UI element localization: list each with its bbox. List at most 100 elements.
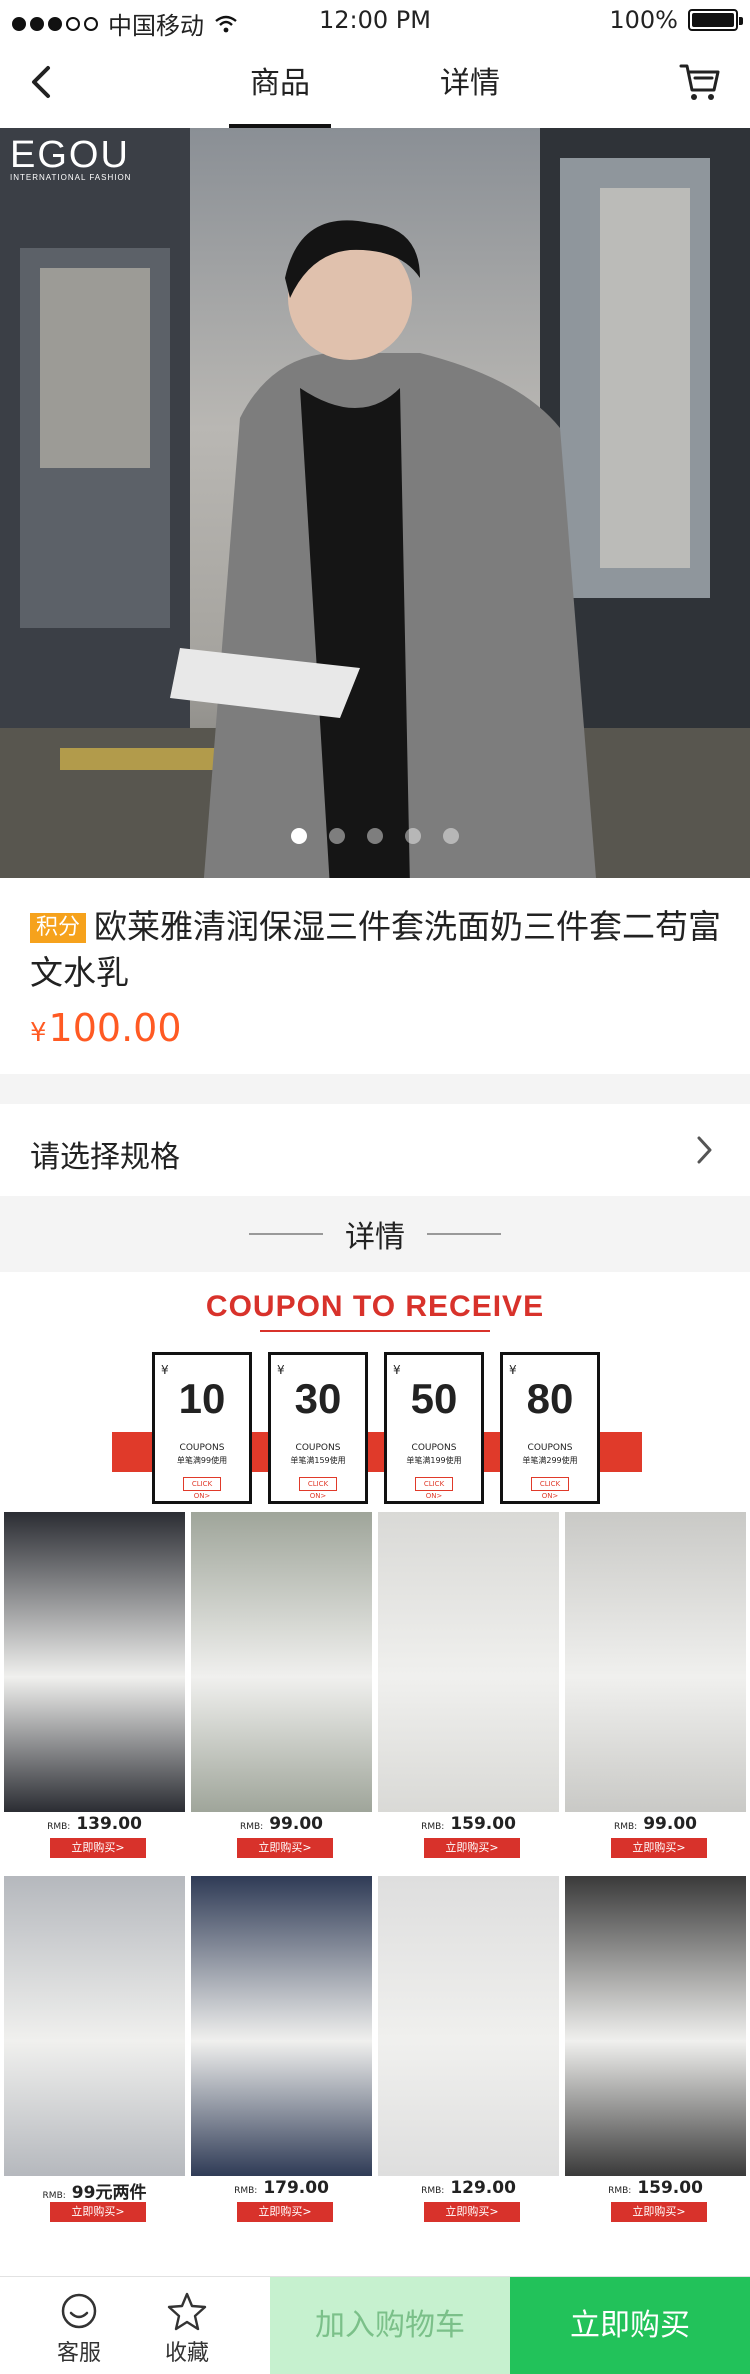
- pager-dot[interactable]: [443, 828, 459, 844]
- coupon-label: COUPONS: [179, 1443, 225, 1453]
- smile-icon: [61, 2293, 97, 2329]
- grid-product-price: RMB: 159.00: [378, 1814, 559, 1834]
- status-right: 100%: [609, 6, 743, 34]
- price-value: 179.00: [263, 2178, 329, 2198]
- coupon-amount: 50: [410, 1375, 458, 1422]
- service-button[interactable]: 客服: [34, 2291, 124, 2367]
- coupon-condition: 单笔满99使用: [176, 1456, 228, 1465]
- detail-section-header: 详情: [0, 1196, 750, 1272]
- rmb-label: RMB:: [234, 2186, 258, 2196]
- price-value: 159.00: [637, 2178, 703, 2198]
- spec-label: 请选择规格: [30, 1140, 180, 1175]
- coupon-card[interactable]: ¥30 COUPONS 单笔满159使用 CLICK ON>: [268, 1352, 368, 1504]
- status-bar: 中国移动 12:00 PM 100%: [0, 0, 750, 40]
- battery-icon: [688, 9, 743, 31]
- spec-selector[interactable]: 请选择规格: [0, 1104, 750, 1196]
- coupon-label: COUPONS: [527, 1443, 573, 1453]
- rmb-label: RMB:: [47, 1822, 71, 1832]
- brand-logo: EGOU INTERNATIONAL FASHION: [10, 134, 132, 182]
- pager-dot[interactable]: [329, 828, 345, 844]
- grid-product-image[interactable]: [378, 1512, 559, 1812]
- rmb-label: RMB:: [239, 1822, 264, 1832]
- coupon-condition: 单笔满159使用: [290, 1456, 346, 1465]
- grid-product-image[interactable]: [4, 1876, 185, 2176]
- favorite-button[interactable]: 收藏: [142, 2291, 232, 2367]
- grid-product-item[interactable]: RMB: 159.00 立即购买>: [378, 1512, 559, 1862]
- add-to-cart-button[interactable]: 加入购物车: [270, 2277, 510, 2374]
- grid-product-item[interactable]: RMB: 99元两件 立即购买>: [4, 1876, 185, 2226]
- pager-dot[interactable]: [367, 828, 383, 844]
- price-value: 159.00: [450, 1814, 516, 1834]
- divider-left: [249, 1233, 323, 1235]
- buy-now-button[interactable]: 立即购买: [510, 2277, 750, 2374]
- favorite-label: 收藏: [164, 2341, 209, 2366]
- grid-product-image[interactable]: [191, 1512, 372, 1812]
- rmb-label: RMB:: [421, 2186, 445, 2196]
- product-grid: RMB: 139.00 立即购买> RMB: 99.00 立即购买> RMB: 159.00 立…: [4, 1512, 746, 2226]
- coupon-claim-button[interactable]: CLICK ON>: [299, 1477, 337, 1500]
- coupon-card[interactable]: ¥50 COUPONS 单笔满199使用 CLICK ON>: [384, 1352, 484, 1504]
- grid-product-image[interactable]: [191, 1876, 372, 2176]
- grid-product-image[interactable]: [565, 1512, 746, 1812]
- coupon-card[interactable]: ¥10 COUPONS 单笔满99使用 CLICK ON>: [152, 1352, 252, 1504]
- coupon-amount: 10: [178, 1375, 226, 1422]
- grid-product-image[interactable]: [378, 1876, 559, 2176]
- product-image-carousel[interactable]: EGOU INTERNATIONAL FASHION: [0, 128, 750, 878]
- coupon-claim-button[interactable]: CLICK ON>: [531, 1477, 569, 1500]
- chevron-right-icon: [697, 1136, 712, 1164]
- coupon-currency: ¥: [393, 1363, 401, 1377]
- coupon-list: ¥10 COUPONS 单笔满99使用 CLICK ON> ¥30 COUPONS 单笔满1…: [152, 1352, 600, 1504]
- coupon-condition: 单笔满199使用: [406, 1456, 462, 1465]
- grid-product-item[interactable]: RMB: 129.00 立即购买>: [378, 1876, 559, 2226]
- tab-detail[interactable]: 详情: [415, 40, 525, 128]
- coupon-claim-button[interactable]: CLICK ON>: [415, 1477, 453, 1500]
- grid-product-price: RMB: 159.00: [565, 2178, 746, 2198]
- grid-buy-button[interactable]: 立即购买>: [50, 2202, 146, 2222]
- grid-buy-button[interactable]: 立即购买>: [237, 1838, 333, 1858]
- carousel-pager: [0, 828, 750, 844]
- pager-dot[interactable]: [405, 828, 421, 844]
- pager-dot[interactable]: [291, 828, 307, 844]
- price-value: 129.00: [450, 2178, 516, 2198]
- rmb-label: RMB:: [42, 2191, 66, 2201]
- grid-product-item[interactable]: RMB: 99.00 立即购买>: [191, 1512, 372, 1862]
- grid-product-item[interactable]: RMB: 99.00 立即购买>: [565, 1512, 746, 1862]
- grid-product-item[interactable]: RMB: 139.00 立即购买>: [4, 1512, 185, 1862]
- grid-product-item[interactable]: RMB: 179.00 立即购买>: [191, 1876, 372, 2226]
- bottom-action-bar: 客服 收藏 加入购物车 立即购买: [0, 2276, 750, 2374]
- coupon-amount: 30: [294, 1375, 342, 1422]
- grid-product-image[interactable]: [565, 1876, 746, 2176]
- coupon-claim-button[interactable]: CLICK ON>: [183, 1477, 221, 1500]
- star-icon: [167, 2292, 207, 2331]
- price-value: 139.00: [76, 1814, 142, 1834]
- grid-buy-button[interactable]: 立即购买>: [237, 2202, 333, 2222]
- top-nav-bar: 商品 详情: [0, 40, 750, 128]
- divider-right: [427, 1233, 501, 1235]
- coupon-currency: ¥: [509, 1363, 517, 1377]
- price-value: 99.00: [643, 1814, 697, 1834]
- coupon-amount: 80: [526, 1375, 574, 1422]
- product-info: 积分 欧莱雅清润保湿三件套洗面奶三件套二苟富文水乳 ¥100.00: [0, 878, 750, 1074]
- coupon-card[interactable]: ¥80 COUPONS 单笔满299使用 CLICK ON>: [500, 1352, 600, 1504]
- grid-product-item[interactable]: RMB: 159.00 立即购买>: [565, 1876, 746, 2226]
- grid-buy-button[interactable]: 立即购买>: [611, 2202, 707, 2222]
- product-title-wrap: 积分 欧莱雅清润保湿三件套洗面奶三件套二苟富文水乳: [30, 904, 750, 998]
- coupon-currency: ¥: [277, 1363, 285, 1377]
- tab-product[interactable]: 商品: [225, 40, 335, 128]
- product-price: ¥100.00: [30, 1006, 182, 1050]
- battery-percent: 100%: [609, 6, 678, 34]
- coupon-currency: ¥: [161, 1363, 169, 1377]
- price-value: 99元两件: [71, 2183, 147, 2203]
- grid-buy-button[interactable]: 立即购买>: [611, 1838, 707, 1858]
- grid-product-image[interactable]: [4, 1512, 185, 1812]
- grid-product-price: RMB: 179.00: [191, 2178, 372, 2198]
- price-value: 100.00: [48, 1006, 182, 1050]
- grid-buy-button[interactable]: 立即购买>: [424, 2202, 520, 2222]
- grid-product-price: RMB: 129.00: [378, 2178, 559, 2198]
- grid-buy-button[interactable]: 立即购买>: [424, 1838, 520, 1858]
- grid-buy-button[interactable]: 立即购买>: [50, 1838, 146, 1858]
- cart-icon[interactable]: [678, 60, 722, 104]
- product-photo: [0, 128, 750, 878]
- coupon-label: COUPONS: [295, 1443, 341, 1453]
- price-value: 99.00: [269, 1814, 323, 1834]
